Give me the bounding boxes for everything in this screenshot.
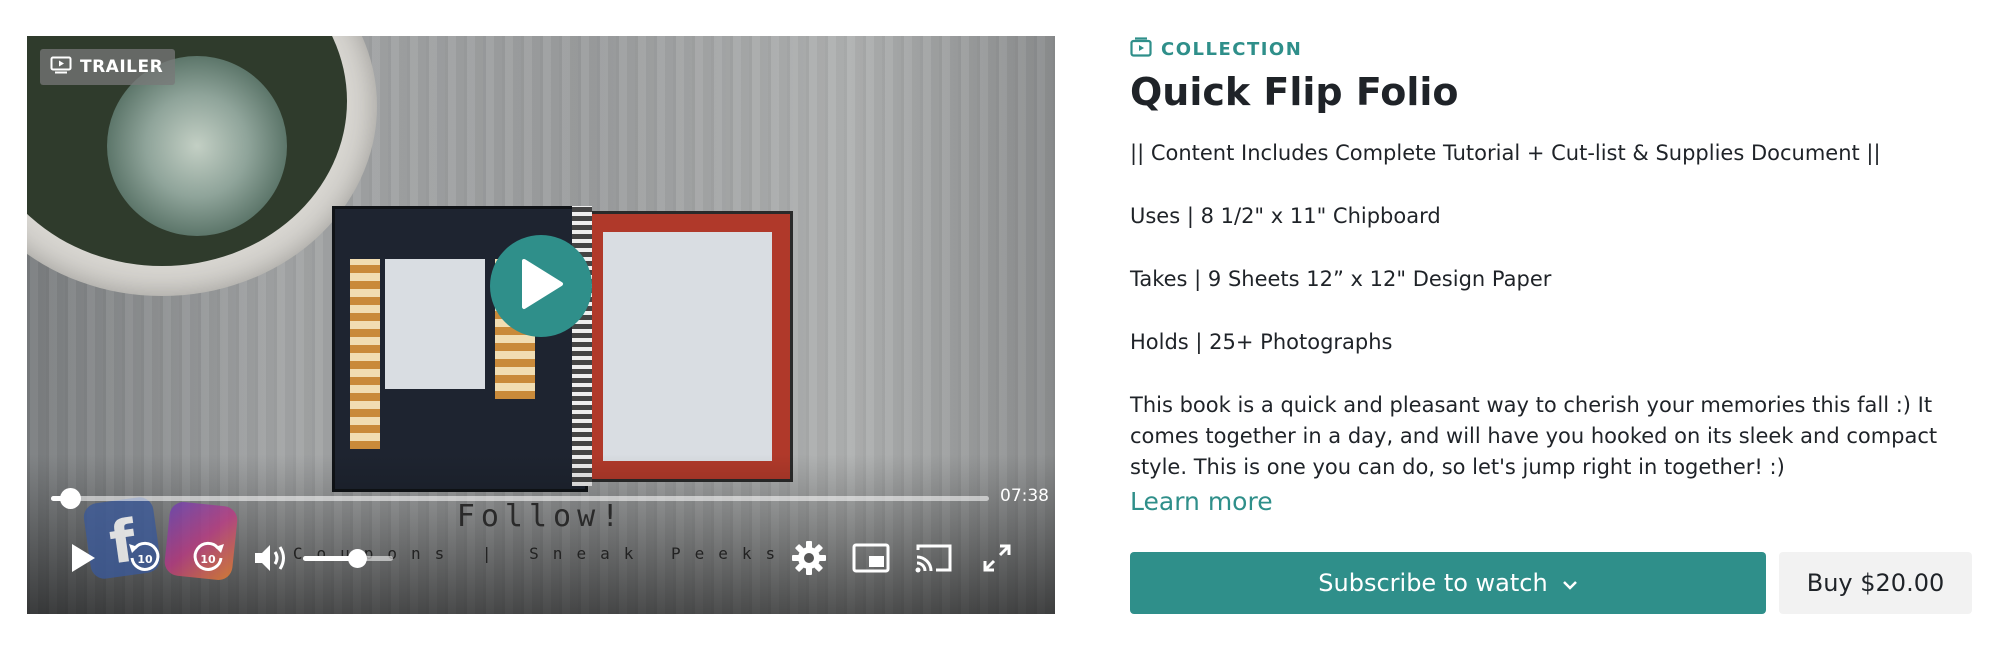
description-holds-line: Holds | 25+ Photographs bbox=[1130, 329, 1393, 354]
collection-eyebrow: COLLECTION bbox=[1130, 36, 1980, 62]
svg-text:10: 10 bbox=[200, 553, 216, 566]
trailer-label: TRAILER bbox=[80, 57, 164, 77]
learn-more-link[interactable]: Learn more bbox=[1130, 487, 1273, 516]
subscribe-button[interactable]: Subscribe to watch bbox=[1130, 552, 1766, 614]
collection-info-panel: COLLECTION Quick Flip Folio || Content I… bbox=[1130, 36, 1980, 614]
buy-button[interactable]: Buy $20.00 bbox=[1779, 552, 1972, 614]
play-button[interactable] bbox=[62, 539, 104, 581]
fullscreen-icon bbox=[982, 543, 1012, 577]
purchase-actions: Subscribe to watch Buy $20.00 bbox=[1130, 552, 1972, 614]
chevron-down-icon bbox=[1562, 569, 1578, 597]
forward-10-button[interactable]: 10 bbox=[187, 539, 229, 581]
play-icon bbox=[68, 541, 98, 579]
video-duration: 07:38 bbox=[1000, 486, 1049, 506]
description-takes-line: Takes | 9 Sheets 12” x 12" Design Paper bbox=[1130, 266, 1552, 291]
play-icon bbox=[518, 258, 564, 314]
description-uses-line: Uses | 8 1/2" x 11" Chipboard bbox=[1130, 203, 1441, 228]
page-title: Quick Flip Folio bbox=[1130, 70, 1459, 114]
picture-in-picture-icon bbox=[852, 543, 890, 577]
rewind-10-icon: 10 bbox=[126, 539, 164, 581]
volume-slider[interactable] bbox=[303, 549, 393, 568]
progress-scrubber[interactable] bbox=[59, 488, 81, 509]
settings-button[interactable] bbox=[788, 539, 830, 581]
volume-button[interactable] bbox=[250, 539, 292, 581]
forward-10-icon: 10 bbox=[189, 539, 227, 581]
video-overlay-subtitle: Coupons | Sneak Peeks bbox=[292, 544, 790, 563]
collection-icon bbox=[1130, 36, 1152, 62]
gingham-strip bbox=[350, 259, 380, 449]
album-right-page-image bbox=[582, 211, 793, 482]
subscribe-label: Subscribe to watch bbox=[1318, 569, 1548, 597]
progress-bar[interactable] bbox=[51, 488, 989, 509]
trailer-badge: TRAILER bbox=[40, 49, 176, 85]
collection-label: COLLECTION bbox=[1161, 38, 1303, 60]
fullscreen-button[interactable] bbox=[976, 539, 1018, 581]
trailer-icon bbox=[50, 56, 72, 79]
volume-icon bbox=[252, 541, 290, 579]
volume-handle[interactable] bbox=[348, 549, 367, 568]
picture-in-picture-button[interactable] bbox=[850, 539, 892, 581]
photo-mat bbox=[603, 232, 772, 461]
svg-text:10: 10 bbox=[137, 553, 153, 566]
rewind-10-button[interactable]: 10 bbox=[124, 539, 166, 581]
video-player[interactable]: TRAILER f Follow! Coupons | Sneak Peeks … bbox=[27, 36, 1055, 614]
photo-mat bbox=[385, 259, 485, 389]
cast-icon bbox=[914, 542, 954, 578]
description-content-line: || Content Includes Complete Tutorial + … bbox=[1130, 140, 1881, 165]
big-play-button[interactable] bbox=[490, 235, 592, 337]
description-paragraph: This book is a quick and pleasant way to… bbox=[1130, 392, 1938, 479]
gear-icon bbox=[791, 540, 827, 580]
video-overlay-title: Follow! bbox=[456, 499, 626, 534]
cast-button[interactable] bbox=[913, 539, 955, 581]
